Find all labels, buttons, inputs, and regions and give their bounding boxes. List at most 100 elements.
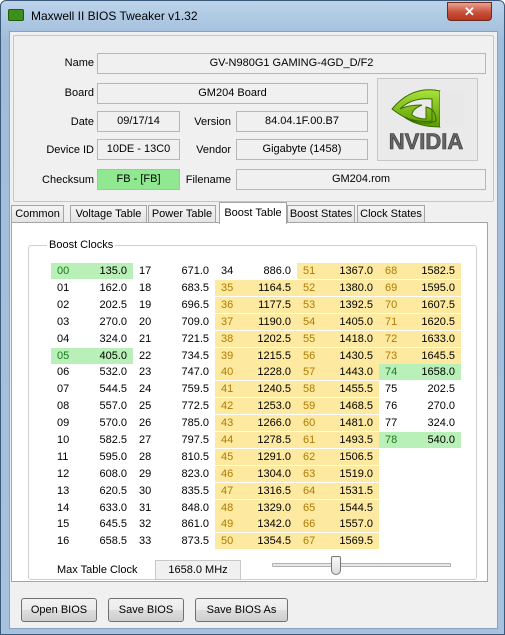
boost-clock-value[interactable]: 1177.5 xyxy=(239,297,297,313)
boost-clock-value[interactable]: 405.0 xyxy=(75,348,133,364)
boost-clock-value[interactable]: 1342.0 xyxy=(239,516,297,532)
boost-clock-value[interactable]: 1468.5 xyxy=(321,398,379,414)
boost-clock-value[interactable]: 1569.5 xyxy=(321,533,379,549)
boost-clock-value[interactable]: 823.0 xyxy=(157,466,215,482)
boost-clock-value[interactable]: 658.5 xyxy=(75,533,133,549)
boost-clock-value[interactable]: 620.5 xyxy=(75,483,133,499)
boost-clock-value[interactable]: 747.0 xyxy=(157,364,215,380)
boost-clock-value[interactable]: 1430.5 xyxy=(321,348,379,364)
boost-clock-value[interactable]: 595.0 xyxy=(75,449,133,465)
boost-clock-value[interactable]: 848.0 xyxy=(157,500,215,516)
boost-clock-value[interactable]: 633.0 xyxy=(75,500,133,516)
boost-clock-value[interactable]: 696.5 xyxy=(157,297,215,313)
open-bios-button[interactable]: Open BIOS xyxy=(21,598,97,622)
boost-clock-value[interactable]: 1164.5 xyxy=(239,280,297,296)
boost-clock-value[interactable]: 1266.0 xyxy=(239,415,297,431)
boost-clock-value[interactable]: 1506.5 xyxy=(321,449,379,465)
boost-clock-value[interactable]: 1380.0 xyxy=(321,280,379,296)
boost-clock-value[interactable]: 772.5 xyxy=(157,398,215,414)
max-clock-slider-thumb[interactable] xyxy=(331,556,341,575)
boost-clock-value[interactable]: 1519.0 xyxy=(321,466,379,482)
boost-clock-value[interactable]: 1493.5 xyxy=(321,432,379,448)
boost-clock-value[interactable]: 1620.5 xyxy=(403,314,461,330)
boost-clock-value[interactable]: 709.0 xyxy=(157,314,215,330)
boost-clock-value[interactable]: 1418.0 xyxy=(321,331,379,347)
boost-clock-value[interactable]: 1595.0 xyxy=(403,280,461,296)
tab-common[interactable]: Common xyxy=(11,205,64,223)
vendor-field[interactable]: Gigabyte (1458) xyxy=(236,139,368,160)
boost-clock-value[interactable]: 570.0 xyxy=(75,415,133,431)
boost-clock-value[interactable]: 873.5 xyxy=(157,533,215,549)
boost-clock-value[interactable]: 1215.5 xyxy=(239,348,297,364)
save-bios-as-button[interactable]: Save BIOS As xyxy=(195,598,288,622)
name-field[interactable]: GV-N980G1 GAMING-4GD_D/F2 xyxy=(97,53,486,74)
filename-field[interactable]: GM204.rom xyxy=(236,169,486,190)
boost-clock-value[interactable]: 1278.5 xyxy=(239,432,297,448)
boost-clock-value[interactable]: 270.0 xyxy=(403,398,461,414)
boost-clock-value[interactable]: 1557.0 xyxy=(321,516,379,532)
boost-clock-value[interactable]: 1531.5 xyxy=(321,483,379,499)
boost-clock-value[interactable]: 759.5 xyxy=(157,381,215,397)
boost-clock-value[interactable]: 1240.5 xyxy=(239,381,297,397)
boost-clock-value[interactable]: 1658.0 xyxy=(403,364,461,380)
title-bar[interactable]: Maxwell II BIOS Tweaker v1.32 ✕ xyxy=(1,1,504,31)
boost-clock-value[interactable]: 1633.0 xyxy=(403,331,461,347)
boost-clock-value[interactable]: 734.5 xyxy=(157,348,215,364)
boost-clock-value[interactable]: 202.5 xyxy=(75,297,133,313)
boost-clock-value[interactable]: 1392.5 xyxy=(321,297,379,313)
boost-clock-value[interactable]: 1291.0 xyxy=(239,449,297,465)
boost-clock-value[interactable]: 861.0 xyxy=(157,516,215,532)
boost-clock-value[interactable]: 1354.5 xyxy=(239,533,297,549)
boost-clock-value[interactable]: 645.5 xyxy=(75,516,133,532)
boost-clock-value[interactable]: 582.5 xyxy=(75,432,133,448)
boost-clock-value[interactable]: 835.5 xyxy=(157,483,215,499)
boost-clock-value[interactable]: 683.5 xyxy=(157,280,215,296)
boost-clock-value[interactable]: 135.0 xyxy=(75,263,133,279)
boost-clock-table[interactable]: 00 135.0 01 162.0 02 202.5 03 270.0 04 324.0 05 405… xyxy=(51,263,461,551)
boost-clock-value[interactable]: 1645.5 xyxy=(403,348,461,364)
boost-clock-value[interactable]: 1329.0 xyxy=(239,500,297,516)
boost-state-index: 33 xyxy=(139,535,152,547)
boost-clock-value[interactable]: 797.5 xyxy=(157,432,215,448)
tab-boost-table[interactable]: Boost Table xyxy=(219,202,287,224)
boost-clock-value[interactable]: 1481.0 xyxy=(321,415,379,431)
boost-clock-value[interactable]: 540.0 xyxy=(403,432,461,448)
tab-clock-states[interactable]: Clock States xyxy=(357,205,425,223)
boost-clock-value[interactable]: 1582.5 xyxy=(403,263,461,279)
boost-clock-value[interactable]: 886.0 xyxy=(239,263,297,279)
version-field[interactable]: 84.04.1F.00.B7 xyxy=(236,111,368,132)
boost-clock-value[interactable]: 324.0 xyxy=(403,415,461,431)
boost-clock-value[interactable]: 810.5 xyxy=(157,449,215,465)
boost-clock-value[interactable]: 1455.5 xyxy=(321,381,379,397)
boost-clock-value[interactable]: 1544.5 xyxy=(321,500,379,516)
tab-boost-states[interactable]: Boost States xyxy=(287,205,355,223)
boost-clock-value[interactable]: 202.5 xyxy=(403,381,461,397)
boost-clock-value[interactable]: 1202.5 xyxy=(239,331,297,347)
tab-voltage-table[interactable]: Voltage Table xyxy=(70,205,147,223)
boost-clock-value[interactable]: 671.0 xyxy=(157,263,215,279)
boost-clock-value[interactable]: 162.0 xyxy=(75,280,133,296)
boost-clock-value[interactable]: 324.0 xyxy=(75,331,133,347)
boost-clock-value[interactable]: 608.0 xyxy=(75,466,133,482)
boost-clock-value[interactable]: 1607.5 xyxy=(403,297,461,313)
max-clock-slider-track[interactable] xyxy=(272,563,451,567)
board-field[interactable]: GM204 Board xyxy=(97,83,368,104)
boost-clock-value[interactable]: 544.5 xyxy=(75,381,133,397)
boost-clock-value[interactable]: 557.0 xyxy=(75,398,133,414)
boost-clock-value[interactable]: 721.5 xyxy=(157,331,215,347)
tab-power-table[interactable]: Power Table xyxy=(148,205,216,223)
boost-clock-value[interactable]: 1367.0 xyxy=(321,263,379,279)
boost-clock-value[interactable]: 1228.0 xyxy=(239,364,297,380)
boost-clock-value[interactable]: 1405.0 xyxy=(321,314,379,330)
boost-clock-value[interactable]: 1304.0 xyxy=(239,466,297,482)
boost-clock-value[interactable]: 1316.5 xyxy=(239,483,297,499)
boost-clock-value[interactable]: 270.0 xyxy=(75,314,133,330)
boost-clock-value[interactable]: 1443.0 xyxy=(321,364,379,380)
save-bios-button[interactable]: Save BIOS xyxy=(108,598,184,622)
boost-clock-value[interactable]: 1190.0 xyxy=(239,314,297,330)
boost-state-index: 59 xyxy=(303,400,316,412)
boost-clock-value[interactable]: 532.0 xyxy=(75,364,133,380)
close-button[interactable]: ✕ xyxy=(447,2,492,21)
boost-clock-value[interactable]: 785.0 xyxy=(157,415,215,431)
boost-clock-value[interactable]: 1253.0 xyxy=(239,398,297,414)
